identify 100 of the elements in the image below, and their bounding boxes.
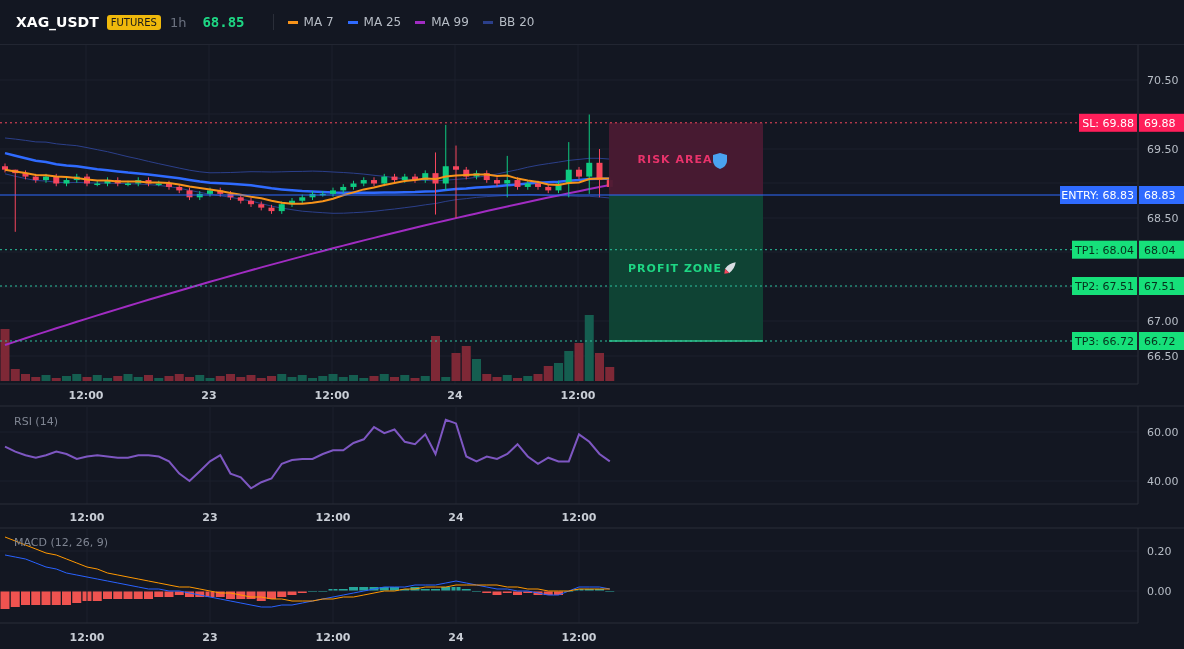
axis-label: 60.00 (1147, 425, 1179, 439)
axis-label: 24 (448, 511, 464, 524)
candle (43, 173, 49, 184)
candle (350, 180, 357, 191)
candle (84, 173, 90, 187)
candle (442, 124, 449, 191)
candle (463, 166, 470, 180)
axis-label: 24 (448, 631, 464, 644)
candle (248, 197, 254, 208)
candle (576, 166, 582, 180)
candle (63, 176, 70, 187)
candle (135, 176, 142, 187)
candle (104, 176, 111, 187)
axis-label: 12:00 (560, 389, 596, 402)
candle (545, 183, 552, 194)
level-tag[interactable]: TP3: 66.72 (1072, 332, 1137, 350)
candle (319, 190, 326, 198)
candle (166, 180, 172, 191)
axis-label: 69.50 (1147, 143, 1179, 156)
candle (381, 173, 388, 187)
axis-label: 12:00 (561, 511, 597, 524)
level-tag[interactable]: ENTRY: 68.83 (1060, 186, 1137, 204)
axis-label: 23 (202, 631, 218, 644)
axis-label: 0.00 (1147, 585, 1172, 598)
axis-price-tag: 66.72 (1139, 332, 1184, 350)
interval-label[interactable]: 1h (169, 14, 187, 30)
candle (32, 173, 39, 184)
candle (524, 180, 531, 191)
candle (176, 183, 183, 194)
candle (268, 204, 275, 215)
legend-label: MA 7 (303, 15, 334, 29)
axis-price-tag: 69.88 (1139, 113, 1184, 132)
level-tag[interactable]: TP1: 68.04 (1072, 240, 1137, 259)
candle (330, 187, 336, 198)
axis-label: 70.50 (1147, 74, 1179, 87)
candle (412, 173, 418, 184)
candle (2, 163, 8, 173)
candle (186, 187, 193, 201)
candle (514, 176, 521, 191)
candle (535, 180, 541, 191)
shield-icon (713, 153, 727, 169)
candle (473, 169, 480, 180)
zone-label: PROFIT ZONE (628, 262, 722, 275)
candle (145, 176, 152, 187)
axis-label: 40.00 (1147, 474, 1179, 488)
candle (504, 155, 511, 198)
indicator-title: RSI (14) (14, 415, 58, 428)
candle (596, 148, 603, 198)
axis-label: 12:00 (315, 511, 351, 524)
axis-label: 68.50 (1147, 212, 1179, 225)
candle (94, 180, 101, 187)
candle (278, 200, 285, 215)
candle (207, 187, 213, 198)
level-tag[interactable]: TP2: 67.51 (1072, 277, 1137, 295)
candle (432, 151, 439, 216)
candle (309, 190, 316, 201)
axis-price-tag: 67.51 (1139, 277, 1184, 295)
candle (125, 180, 131, 187)
candle (565, 141, 572, 198)
candle (422, 169, 429, 184)
axis-label: 12:00 (68, 389, 104, 402)
candle (73, 173, 80, 184)
axis-label: 23 (201, 389, 217, 402)
candle (237, 194, 244, 204)
candle (391, 173, 398, 184)
candle (360, 176, 367, 187)
candle (289, 197, 295, 208)
legend-label: MA 99 (431, 15, 469, 29)
candle (401, 173, 408, 184)
legend-label: MA 25 (363, 15, 402, 29)
last-price: 68.85 (202, 14, 245, 30)
candle (555, 180, 562, 194)
candle (494, 176, 500, 187)
axis-label: 12:00 (314, 389, 350, 402)
axis-price-tag: 68.04 (1139, 240, 1184, 259)
axis-label: 66.50 (1147, 350, 1179, 363)
candle (12, 169, 19, 233)
axis-label: 0.20 (1147, 545, 1172, 558)
candle (217, 187, 224, 198)
candle (196, 190, 203, 201)
candle (155, 180, 162, 187)
axis-price-tag: 68.83 (1139, 186, 1184, 204)
candle (483, 169, 490, 184)
candle (371, 176, 377, 187)
candle (299, 194, 306, 204)
axis-label: 12:00 (315, 631, 351, 644)
market-badge: FUTURES (106, 14, 161, 30)
candle (22, 169, 29, 180)
candle (340, 183, 347, 194)
rocket-icon (724, 262, 736, 274)
zone-label: RISK AREA (637, 152, 713, 166)
symbol-name[interactable]: XAG_USDT (16, 14, 99, 30)
candle (53, 173, 60, 187)
candle (227, 190, 234, 201)
axis-label: 67.00 (1147, 315, 1179, 328)
candle (258, 200, 265, 211)
axis-label: 12:00 (561, 631, 597, 644)
axis-label: 23 (202, 511, 218, 524)
axis-label: 24 (447, 389, 463, 402)
candle (114, 176, 121, 187)
